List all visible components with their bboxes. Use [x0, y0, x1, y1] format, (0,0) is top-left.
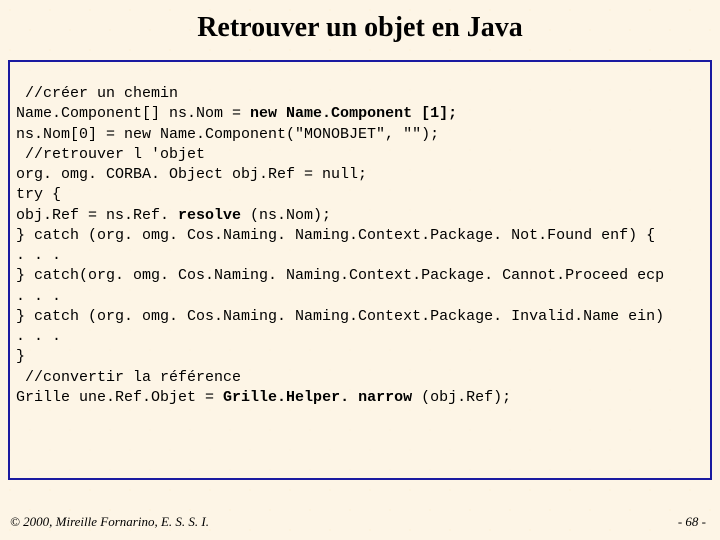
- code-line: } catch (org. omg. Cos.Naming. Naming.Co…: [16, 226, 704, 246]
- code-line: . . .: [16, 327, 704, 347]
- code-line: ns.Nom[0] = new Name.Component("MONOBJET…: [16, 125, 704, 145]
- code-line: } catch(org. omg. Cos.Naming. Naming.Con…: [16, 266, 704, 286]
- code-line: //convertir la référence: [16, 368, 704, 388]
- code-line: //retrouver l 'objet: [16, 145, 704, 165]
- code-line: try {: [16, 185, 704, 205]
- code-block: //créer un chemin Name.Component[] ns.No…: [8, 60, 712, 480]
- slide-title: Retrouver un objet en Java: [0, 0, 720, 54]
- code-line: obj.Ref = ns.Ref. resolve (ns.Nom);: [16, 206, 704, 226]
- code-line: }: [16, 347, 704, 367]
- code-line: Grille une.Ref.Objet = Grille.Helper. na…: [16, 388, 704, 408]
- code-line: . . .: [16, 246, 704, 266]
- copyright-text: © 2000, Mireille Fornarino, E. S. S. I.: [10, 514, 209, 530]
- code-line: Name.Component[] ns.Nom = new Name.Compo…: [16, 104, 704, 124]
- code-line: //créer un chemin: [16, 84, 704, 104]
- code-line: } catch (org. omg. Cos.Naming. Naming.Co…: [16, 307, 704, 327]
- page-number: - 68 -: [678, 514, 706, 530]
- code-line: . . .: [16, 287, 704, 307]
- code-line: org. omg. CORBA. Object obj.Ref = null;: [16, 165, 704, 185]
